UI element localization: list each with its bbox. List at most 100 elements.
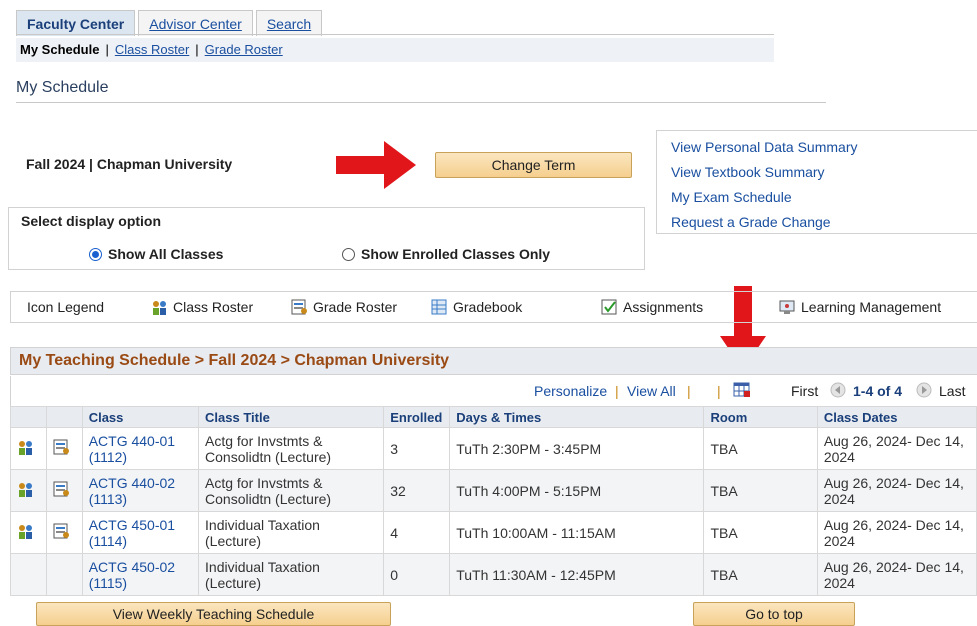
col-days-times-header: Days & Times xyxy=(449,406,705,428)
tab-advisor-center[interactable]: Advisor Center xyxy=(138,10,253,36)
room: TBA xyxy=(703,469,818,512)
grade-roster-icon[interactable] xyxy=(53,523,70,539)
request-grade-change-link[interactable]: Request a Grade Change xyxy=(671,210,977,235)
view-personal-data-summary-link[interactable]: View Personal Data Summary xyxy=(671,135,977,160)
view-all-link[interactable]: View All xyxy=(627,383,676,399)
teaching-schedule-table: Class Class Title Enrolled Days & Times … xyxy=(10,406,977,596)
grid-navigation-bar: Personalize | View All | | First 1-4 of … xyxy=(10,376,977,406)
class-title: Individual Taxation (Lecture) xyxy=(198,511,385,554)
radio-unselected-icon[interactable] xyxy=(342,247,355,261)
grade-roster-icon[interactable] xyxy=(53,439,70,455)
change-term-button[interactable]: Change Term xyxy=(435,152,632,178)
col-title-header: Class Title xyxy=(198,406,385,428)
col-icon-2 xyxy=(45,406,83,428)
sub-navigation: My Schedule | Class Roster | Grade Roster xyxy=(16,38,774,62)
show-enrolled-only-radio[interactable]: Show Enrolled Classes Only xyxy=(342,246,550,262)
table-row: ACTG 450-01 (1114) Individual Taxation (… xyxy=(10,511,977,554)
go-to-top-button[interactable]: Go to top xyxy=(693,602,855,626)
icon-legend: Icon Legend Class Roster Grade Roster Gr… xyxy=(10,291,977,323)
legend-class-roster-label: Class Roster xyxy=(173,299,254,315)
class-roster-icon xyxy=(153,301,166,315)
class-roster-icon[interactable] xyxy=(17,523,34,539)
legend-class-roster: Class Roster xyxy=(151,299,253,315)
icon-legend-label: Icon Legend xyxy=(27,299,105,315)
days-times: TuTh 4:00PM - 5:15PM xyxy=(449,469,705,512)
display-option-box: Select display option Show All Classes S… xyxy=(8,207,645,270)
first-label: First xyxy=(791,383,819,399)
col-dates-header: Class Dates xyxy=(816,406,977,428)
view-textbook-summary-link[interactable]: View Textbook Summary xyxy=(671,160,977,185)
enrolled-count: 4 xyxy=(383,511,451,554)
subnav-grade-roster-link[interactable]: Grade Roster xyxy=(205,42,283,57)
tab-search[interactable]: Search xyxy=(255,10,323,36)
class-dates: Aug 26, 2024- Dec 14, 2024 xyxy=(816,511,977,554)
learning-management-icon xyxy=(779,300,795,314)
red-arrow-right-icon xyxy=(336,141,416,189)
table-row: ACTG 440-02 (1113) Actg for Invstmts & C… xyxy=(10,469,977,512)
download-spreadsheet-icon[interactable] xyxy=(733,382,751,398)
table-header-row: Class Class Title Enrolled Days & Times … xyxy=(10,406,977,428)
table-row: ACTG 440-01 (1112) Actg for Invstmts & C… xyxy=(10,427,977,470)
legend-learning-management-label: Learning Management xyxy=(801,299,942,315)
grade-roster-icon xyxy=(291,299,307,315)
legend-learning-management: Learning Management xyxy=(779,299,941,315)
class-link[interactable]: ACTG 440-02 (1113) xyxy=(81,469,200,512)
previous-page-icon[interactable] xyxy=(830,382,846,398)
col-class-header: Class xyxy=(81,406,200,428)
col-icon-1 xyxy=(10,406,47,428)
nav-separator: | xyxy=(687,383,691,399)
class-link[interactable]: ACTG 440-01 (1112) xyxy=(81,427,200,470)
show-all-classes-radio[interactable]: Show All Classes xyxy=(89,246,223,262)
view-weekly-schedule-button[interactable]: View Weekly Teaching Schedule xyxy=(36,602,391,626)
legend-gradebook-label: Gradebook xyxy=(453,299,523,315)
tab-divider xyxy=(16,34,774,35)
days-times: TuTh 2:30PM - 3:45PM xyxy=(449,427,705,470)
my-exam-schedule-link[interactable]: My Exam Schedule xyxy=(671,185,977,210)
nav-separator: | xyxy=(615,383,619,399)
class-dates: Aug 26, 2024- Dec 14, 2024 xyxy=(816,553,977,596)
class-title: Individual Taxation (Lecture) xyxy=(198,553,385,596)
last-label: Last xyxy=(939,383,966,399)
title-divider xyxy=(16,102,826,103)
legend-gradebook: Gradebook xyxy=(431,299,522,315)
legend-grade-roster-label: Grade Roster xyxy=(313,299,398,315)
display-option-title: Select display option xyxy=(21,213,162,229)
class-link[interactable]: ACTG 450-01 (1114) xyxy=(81,511,200,554)
class-title: Actg for Invstmts & Consolidtn (Lecture) xyxy=(198,469,385,512)
gradebook-icon xyxy=(431,299,447,315)
subnav-my-schedule: My Schedule xyxy=(20,42,100,57)
room: TBA xyxy=(703,553,818,596)
personalize-link[interactable]: Personalize xyxy=(534,383,607,399)
grade-roster-icon[interactable] xyxy=(53,481,70,497)
page-title: My Schedule xyxy=(16,79,109,96)
class-dates: Aug 26, 2024- Dec 14, 2024 xyxy=(816,469,977,512)
subnav-separator: | xyxy=(105,42,109,57)
table-row: ACTG 450-02 (1115) Individual Taxation (… xyxy=(10,553,977,596)
legend-assignments-label: Assignments xyxy=(623,299,704,315)
subnav-separator: | xyxy=(195,42,199,57)
days-times: TuTh 10:00AM - 11:15AM xyxy=(449,511,705,554)
class-roster-icon[interactable] xyxy=(17,481,34,497)
radio-selected-icon[interactable] xyxy=(89,247,102,261)
legend-assignments: Assignments xyxy=(601,299,703,315)
room: TBA xyxy=(703,427,818,470)
quick-links-box: View Personal Data Summary View Textbook… xyxy=(656,130,977,234)
next-page-icon[interactable] xyxy=(916,382,932,398)
teaching-schedule-title: My Teaching Schedule > Fall 2024 > Chapm… xyxy=(10,347,977,375)
show-enrolled-only-label: Show Enrolled Classes Only xyxy=(361,246,551,262)
class-dates: Aug 26, 2024- Dec 14, 2024 xyxy=(816,427,977,470)
class-link[interactable]: ACTG 450-02 (1115) xyxy=(81,553,200,596)
class-roster-icon[interactable] xyxy=(17,439,34,455)
room: TBA xyxy=(703,511,818,554)
subnav-class-roster-link[interactable]: Class Roster xyxy=(115,42,189,57)
enrolled-count: 3 xyxy=(383,427,451,470)
days-times: TuTh 11:30AM - 12:45PM xyxy=(449,553,705,596)
enrolled-count: 0 xyxy=(383,553,451,596)
col-enrolled-header: Enrolled xyxy=(383,406,451,428)
col-room-header: Room xyxy=(703,406,818,428)
assignments-icon xyxy=(601,299,617,315)
tab-faculty-center[interactable]: Faculty Center xyxy=(16,10,136,36)
show-all-classes-label: Show All Classes xyxy=(108,246,224,262)
class-title: Actg for Invstmts & Consolidtn (Lecture) xyxy=(198,427,385,470)
legend-grade-roster: Grade Roster xyxy=(291,299,397,315)
